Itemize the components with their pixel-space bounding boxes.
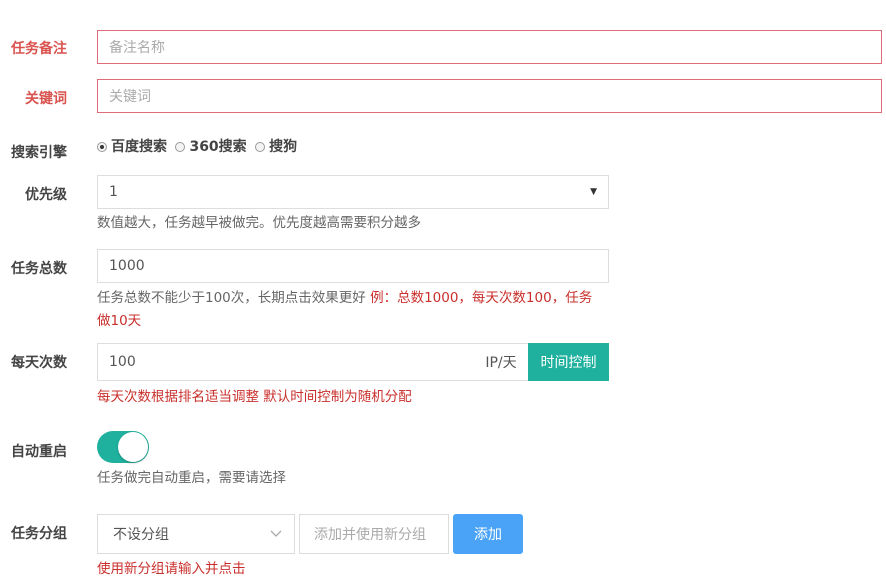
remark-placeholder: 备注名称: [109, 40, 165, 56]
restart-toggle[interactable]: [97, 431, 149, 463]
priority-label: 优先级: [25, 187, 67, 203]
engine-option-baidu[interactable]: 百度搜索: [97, 139, 171, 155]
engine-option-sogou[interactable]: 搜狗: [255, 139, 301, 155]
chevron-down-icon: [270, 530, 282, 537]
group-selected: 不设分组: [113, 527, 169, 543]
priority-help: 数值越大，任务越早被做完。优先度越高需要积分越多: [97, 215, 421, 231]
priority-select[interactable]: 1 ▼: [97, 175, 609, 209]
toggle-knob: [118, 432, 148, 462]
new-group-placeholder: 添加并使用新分组: [314, 527, 426, 543]
engine-radio-group: 百度搜索 360搜索 搜狗: [97, 136, 301, 156]
remark-input[interactable]: 备注名称: [97, 30, 882, 64]
engine-label: 搜索引擎: [11, 145, 67, 161]
group-help: 使用新分组请输入并点击: [97, 561, 246, 577]
daily-unit-addon: IP/天: [474, 343, 529, 381]
daily-label: 每天次数: [11, 355, 67, 371]
radio-unchecked-icon: [255, 142, 266, 152]
time-control-button[interactable]: 时间控制: [528, 343, 609, 381]
engine-option-360[interactable]: 360搜索: [175, 139, 250, 155]
caret-down-icon: ▼: [590, 187, 597, 197]
total-help: 任务总数不能少于100次，长期点击效果更好 例：总数1000，每天次数100，任…: [97, 287, 617, 333]
keyword-placeholder: 关键词: [109, 89, 151, 105]
total-help-text: 任务总数不能少于100次，长期点击效果更好: [97, 290, 366, 306]
new-group-input[interactable]: 添加并使用新分组: [299, 514, 449, 554]
keyword-input[interactable]: 关键词: [97, 79, 882, 113]
daily-input[interactable]: 100: [97, 343, 475, 381]
keyword-label: 关键词: [25, 91, 67, 107]
total-label: 任务总数: [11, 261, 67, 277]
daily-help: 每天次数根据排名适当调整 默认时间控制为随机分配: [97, 389, 412, 405]
radio-unchecked-icon: [175, 142, 186, 152]
remark-label: 任务备注: [11, 41, 67, 57]
total-input[interactable]: 1000: [97, 249, 609, 283]
radio-checked-icon: [97, 142, 107, 152]
total-value: 1000: [109, 258, 145, 274]
priority-value: 1: [109, 184, 118, 200]
add-group-button[interactable]: 添加: [453, 514, 523, 554]
group-label: 任务分组: [11, 526, 67, 542]
daily-value: 100: [109, 354, 136, 370]
total-help-example: 例：总数1000，每天次数100，任务: [370, 290, 593, 306]
total-help-example-cont: 做10天: [97, 313, 142, 329]
group-select[interactable]: 不设分组: [97, 514, 295, 554]
restart-label: 自动重启: [11, 444, 67, 460]
restart-help: 任务做完自动重启，需要请选择: [97, 470, 286, 486]
